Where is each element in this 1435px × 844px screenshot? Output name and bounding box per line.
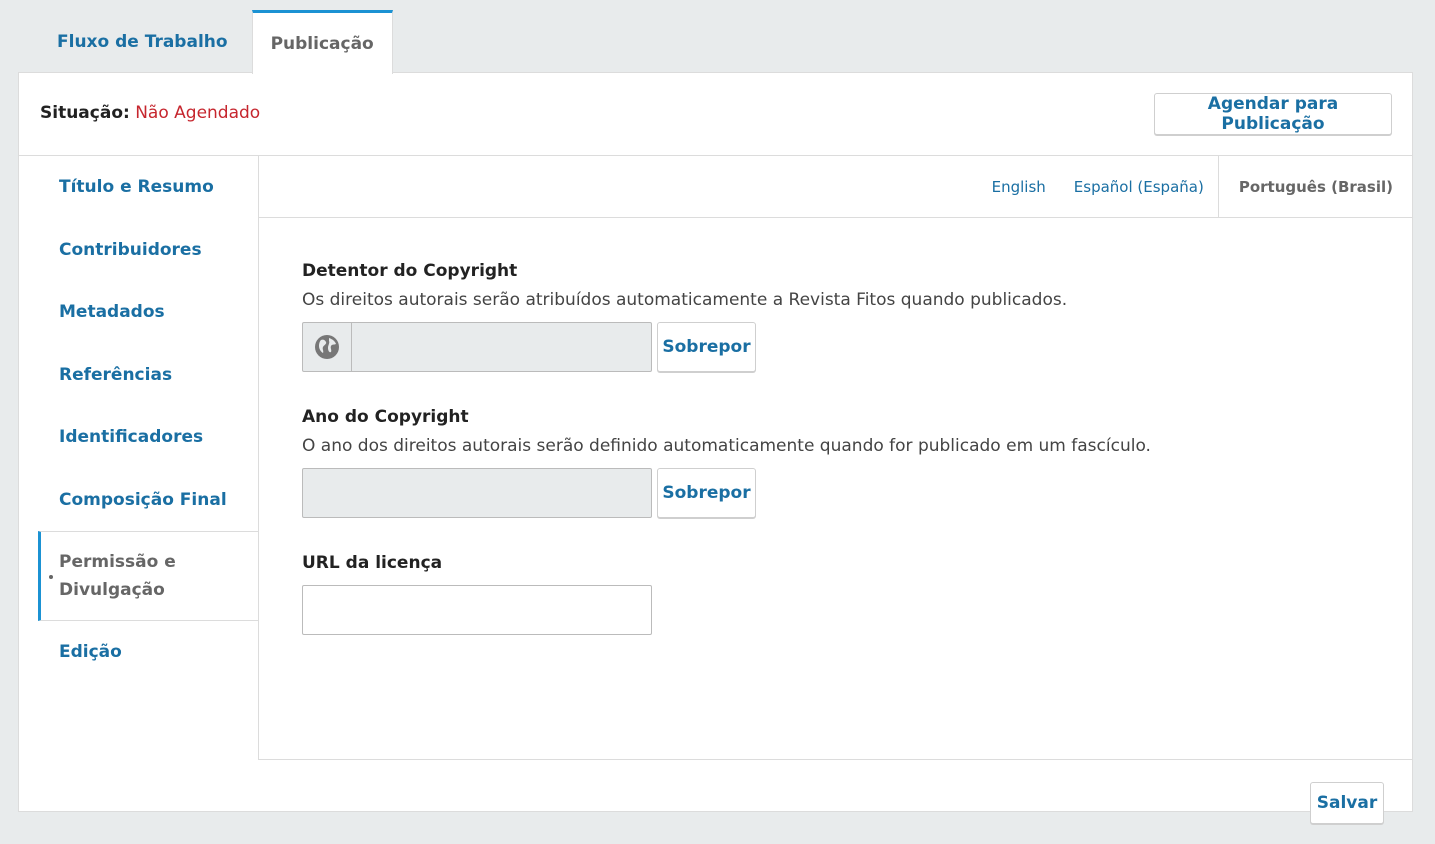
copyright-year-input[interactable] — [302, 468, 652, 518]
workflow-tabs: Fluxo de Trabalho Publicação — [19, 10, 393, 74]
form-footer: Salvar — [258, 760, 1413, 844]
tab-publication[interactable]: Publicação — [251, 10, 393, 74]
save-button[interactable]: Salvar — [1310, 782, 1384, 824]
license-url-label: URL da licença — [302, 553, 443, 573]
sidebar-item-title-abstract[interactable]: Título e Resumo — [19, 156, 259, 219]
license-url-field: URL da licença — [302, 553, 1151, 635]
sidebar-item-issue[interactable]: Edição — [19, 621, 259, 684]
locale-english[interactable]: English — [978, 156, 1060, 217]
sidebar-item-metadata[interactable]: Metadados — [19, 281, 259, 344]
tab-workflow[interactable]: Fluxo de Trabalho — [19, 10, 252, 73]
permissions-form-area: English Español (España) Português (Bras… — [258, 156, 1413, 760]
copyright-holder-label: Detentor do Copyright — [302, 261, 518, 281]
permissions-form: Detentor do Copyright Os direitos autora… — [302, 261, 1151, 635]
publication-panel: Situação: Não Agendado Agendar para Publ… — [18, 72, 1413, 824]
publication-status: Situação: Não Agendado — [40, 103, 260, 123]
license-url-input[interactable] — [302, 585, 652, 635]
sidebar-item-label: Permissão e Divulgação — [59, 552, 176, 600]
locale-switcher: English Español (España) Português (Bras… — [259, 156, 1413, 218]
override-copyright-year-button[interactable]: Sobrepor — [657, 468, 756, 518]
globe-icon — [315, 335, 339, 359]
sidebar-item-permissions[interactable]: Permissão e Divulgação — [38, 531, 259, 621]
publication-header: Situação: Não Agendado Agendar para Publ… — [19, 73, 1412, 156]
copyright-holder-field: Detentor do Copyright Os direitos autora… — [302, 261, 1151, 372]
copyright-holder-description: Os direitos autorais serão atribuídos au… — [302, 290, 1068, 310]
locale-spanish[interactable]: Español (España) — [1060, 156, 1218, 217]
sidebar-item-galleys[interactable]: Composição Final — [19, 469, 259, 532]
sidebar-item-references[interactable]: Referências — [19, 344, 259, 407]
locale-portuguese[interactable]: Português (Brasil) — [1217, 156, 1413, 217]
sidebar-item-contributors[interactable]: Contribuidores — [19, 219, 259, 282]
multilingual-indicator — [303, 323, 352, 371]
copyright-holder-input[interactable] — [302, 322, 652, 372]
sidebar-item-identifiers[interactable]: Identificadores — [19, 406, 259, 469]
status-label: Situação: — [40, 103, 130, 123]
publication-sidebar: Título e Resumo Contribuidores Metadados… — [19, 156, 259, 684]
schedule-publication-button[interactable]: Agendar para Publicação — [1154, 93, 1392, 135]
override-copyright-holder-button[interactable]: Sobrepor — [657, 322, 756, 372]
copyright-year-field: Ano do Copyright O ano dos direitos auto… — [302, 407, 1151, 518]
active-indicator-dot — [49, 575, 53, 579]
copyright-year-label: Ano do Copyright — [302, 407, 469, 427]
copyright-year-description: O ano dos direitos autorais serão defini… — [302, 436, 1151, 456]
status-value: Não Agendado — [135, 103, 261, 123]
